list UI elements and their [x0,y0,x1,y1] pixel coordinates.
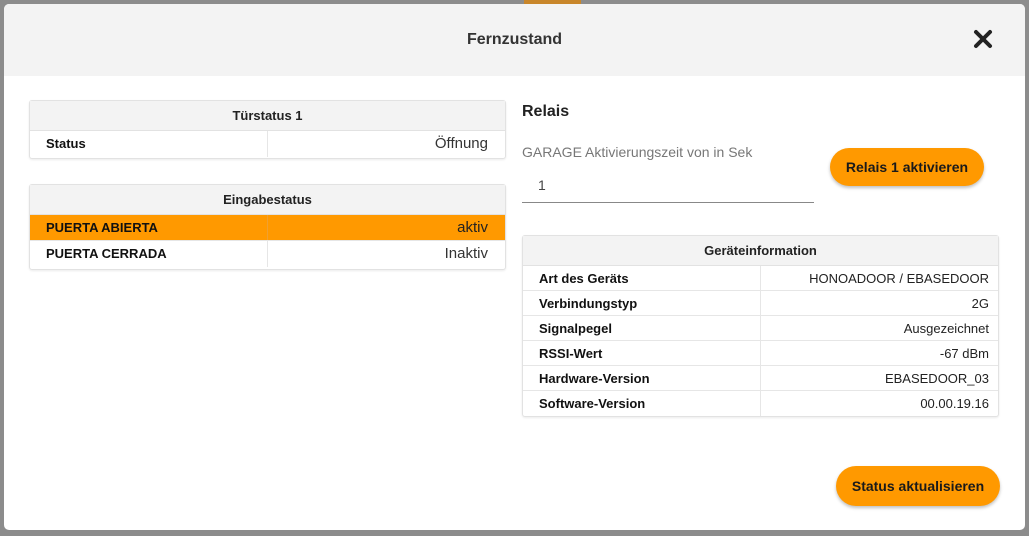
device-info-panel: Geräteinformation Art des Geräts HONOADO… [522,235,999,417]
refresh-status-button[interactable]: Status aktualisieren [836,466,1000,506]
dialog-header: Fernzustand [4,4,1025,76]
table-row: Status Öffnung [30,131,505,157]
signal-level-label: Signalpegel [523,316,761,340]
device-type-label: Art des Geräts [523,266,761,290]
input-label: PUERTA CERRADA [30,241,268,267]
door-status-header: Türstatus 1 [30,101,505,131]
table-row: Software-Version 00.00.19.16 [523,391,998,416]
signal-level-value: Ausgezeichnet [903,321,989,336]
device-type-value: HONOADOOR / EBASEDOOR [809,271,989,286]
software-version-label: Software-Version [523,391,761,416]
device-info-header: Geräteinformation [523,236,998,266]
activation-time-label: GARAGE Aktivierungszeit von in Sek [522,144,753,160]
table-row: Signalpegel Ausgezeichnet [523,316,998,341]
table-row: Hardware-Version EBASEDOOR_03 [523,366,998,391]
remote-status-dialog: Fernzustand Türstatus 1 Status Öffnung E… [4,4,1025,530]
status-label: Status [30,131,268,157]
connection-type-value: 2G [971,296,989,311]
relay-section-title: Relais [522,103,570,120]
table-row: RSSI-Wert -67 dBm [523,341,998,366]
software-version-value: 00.00.19.16 [920,396,989,411]
door-status-panel: Türstatus 1 Status Öffnung [29,100,506,159]
rssi-label: RSSI-Wert [523,341,761,365]
rssi-value: -67 dBm [939,346,989,361]
table-row: Verbindungstyp 2G [523,291,998,316]
input-status-header: Eingabestatus [30,185,505,215]
input-row-door-open: PUERTA ABIERTA aktiv [30,215,505,241]
input-value: aktiv [457,219,488,236]
status-value: Öffnung [434,135,488,152]
table-row: Art des Geräts HONOADOOR / EBASEDOOR [523,266,998,291]
input-status-panel: Eingabestatus PUERTA ABIERTA aktiv PUERT… [29,184,506,270]
close-icon [974,30,992,48]
activate-relay-button[interactable]: Relais 1 aktivieren [830,148,984,186]
hardware-version-value: EBASEDOOR_03 [884,371,989,386]
activation-time-input[interactable] [522,168,814,203]
input-row-door-closed: PUERTA CERRADA Inaktiv [30,241,505,267]
close-button[interactable] [970,26,996,52]
dialog-title: Fernzustand [466,31,563,48]
input-value: Inaktiv [444,245,488,262]
hardware-version-label: Hardware-Version [523,366,761,390]
connection-type-label: Verbindungstyp [523,291,761,315]
input-label: PUERTA ABIERTA [30,215,268,240]
